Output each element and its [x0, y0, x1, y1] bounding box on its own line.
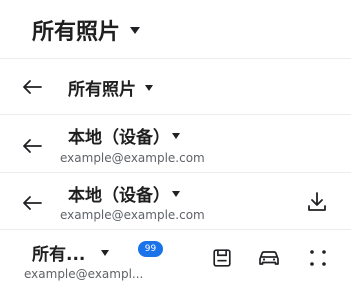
account-toolbar-with-download: 本地（设备） example@example.com [0, 173, 351, 229]
album-title: 所有照片 [68, 80, 136, 100]
album-selector[interactable]: 所有照片 [32, 14, 141, 46]
caret-down-icon [172, 132, 180, 139]
album-title: 所有照片 [32, 20, 121, 45]
caret-down-icon [130, 26, 141, 34]
notification-badge: 99 [138, 241, 163, 257]
caret-down-icon [145, 84, 153, 91]
album-selector[interactable]: 本地（设备） [68, 181, 180, 206]
account-email: example@example.com [60, 151, 205, 165]
album-title: 本地（设备） [68, 186, 170, 206]
album-title: 所有... [32, 245, 86, 265]
account-email: example@exampl... [24, 267, 144, 281]
account-toolbar: 本地（设备） example@example.com [0, 115, 351, 172]
four-dots-icon[interactable] [308, 248, 328, 268]
album-selector[interactable]: 所有照片 [68, 75, 153, 100]
floppy-disk-icon[interactable] [211, 247, 233, 269]
arrow-left-icon[interactable] [20, 191, 44, 215]
arrow-left-icon[interactable] [20, 75, 44, 99]
car-icon[interactable] [257, 246, 281, 270]
album-toolbar: 所有照片 [0, 59, 351, 114]
album-header-large: 所有照片 [0, 0, 351, 58]
caret-down-icon [172, 190, 180, 197]
compact-toolbar: 所有... 99 example@exampl... [0, 230, 351, 290]
account-email: example@example.com [60, 208, 205, 222]
album-selector[interactable]: 所有... [32, 240, 110, 265]
album-title: 本地（设备） [68, 128, 170, 148]
download-icon[interactable] [305, 190, 329, 214]
arrow-left-icon[interactable] [20, 134, 44, 158]
caret-down-icon [101, 249, 110, 256]
album-selector[interactable]: 本地（设备） [68, 123, 180, 148]
